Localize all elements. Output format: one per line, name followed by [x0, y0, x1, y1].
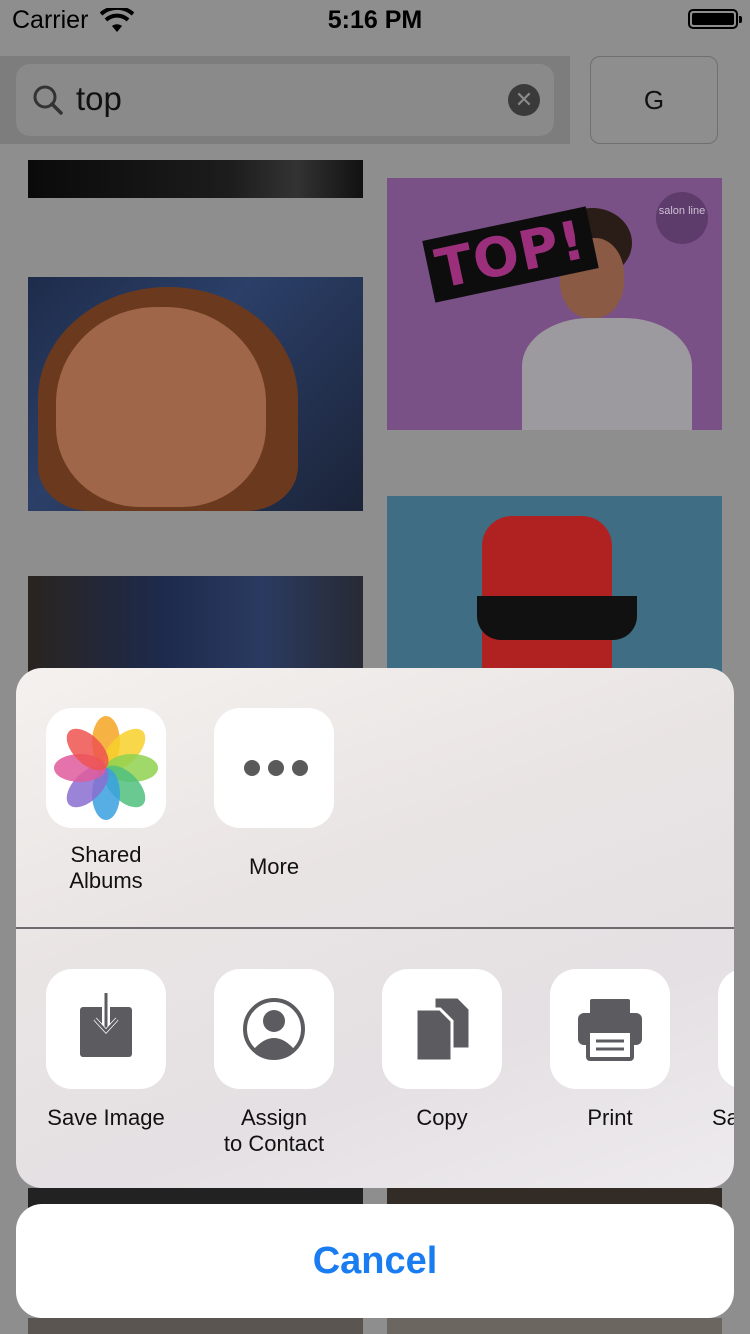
action-save-image[interactable]: Save Image: [22, 969, 190, 1131]
cancel-button[interactable]: Cancel: [16, 1204, 734, 1318]
share-sheet: Shared Albums More Save Image Assign to …: [16, 668, 734, 1188]
more-dots-icon: [214, 708, 334, 828]
share-app-label: Shared Albums: [69, 842, 143, 893]
save-image-icon: [46, 969, 166, 1089]
action-label: Print: [587, 1105, 633, 1130]
print-icon: [550, 969, 670, 1089]
action-label: Save Image: [47, 1105, 165, 1130]
share-app-more[interactable]: More: [194, 708, 354, 880]
share-app-shared-albums[interactable]: Shared Albums: [26, 708, 186, 894]
copy-icon: [382, 969, 502, 1089]
action-copy[interactable]: Copy: [358, 969, 526, 1131]
share-app-label: More: [248, 854, 300, 879]
contact-icon: [214, 969, 334, 1089]
action-assign-to-contact[interactable]: Assign to Contact: [190, 969, 358, 1157]
action-label: Assign to Contact: [223, 1105, 325, 1156]
action-print[interactable]: Print: [526, 969, 694, 1131]
action-partial[interactable]: Sa: [694, 969, 734, 1131]
sheet-divider: [16, 927, 734, 929]
action-label: Sa: [712, 1105, 734, 1130]
photos-icon: [46, 708, 166, 828]
partial-action-icon: [718, 969, 734, 1089]
action-label: Copy: [416, 1105, 468, 1130]
